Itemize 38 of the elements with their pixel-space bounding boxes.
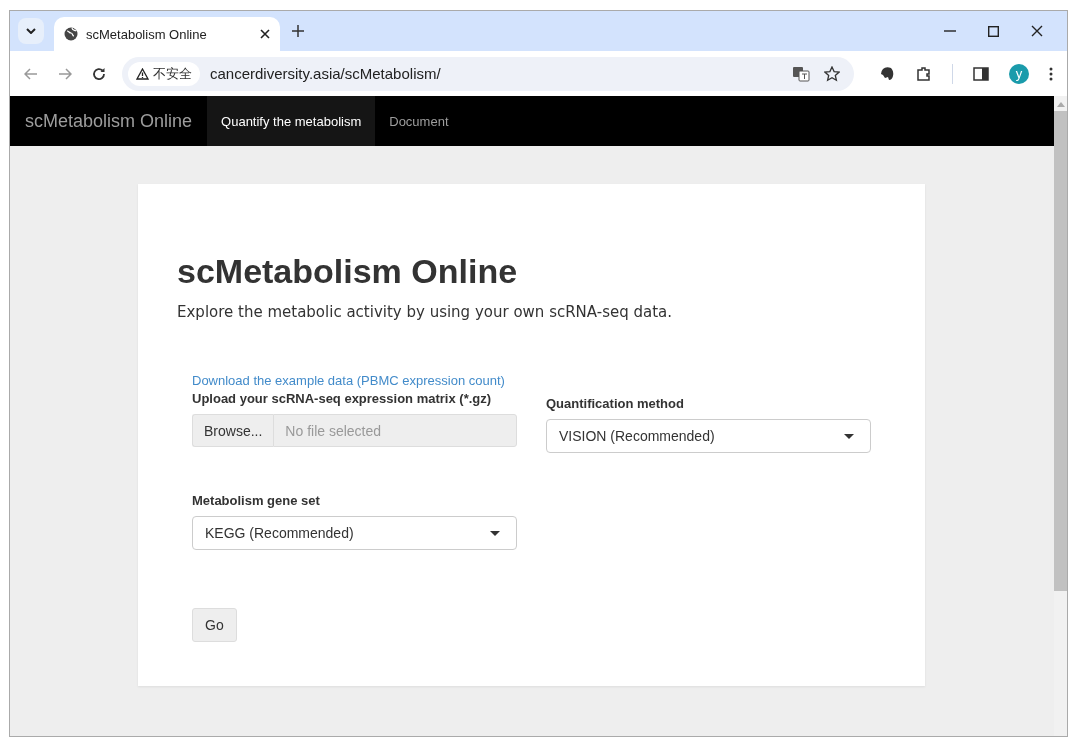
page-title: scMetabolism Online bbox=[177, 252, 519, 291]
gene-set-dropdown[interactable]: KEGG (Recommended) bbox=[192, 516, 517, 550]
page-subtitle: Explore the metabolic activity by using your own scRNA-seq data. bbox=[177, 303, 674, 321]
browse-button[interactable]: Browse... bbox=[192, 414, 274, 447]
translate-icon[interactable] bbox=[792, 65, 810, 82]
star-icon[interactable] bbox=[824, 65, 840, 82]
maximize-icon[interactable] bbox=[988, 25, 999, 37]
caret-icon bbox=[490, 530, 500, 536]
forward-arrow-icon[interactable] bbox=[58, 67, 72, 80]
scrollbar[interactable] bbox=[1054, 96, 1067, 736]
tab-title: scMetabolism Online bbox=[86, 26, 208, 42]
security-chip[interactable]: 不安全 bbox=[128, 61, 200, 86]
puzzle-icon[interactable] bbox=[916, 65, 932, 82]
menu-icon[interactable] bbox=[1049, 66, 1053, 81]
go-button[interactable]: Go bbox=[192, 608, 237, 642]
url-text: cancerdiversity.asia/scMetabolism/ bbox=[210, 65, 441, 82]
caret-icon bbox=[844, 433, 854, 439]
browser-tab[interactable]: scMetabolism Online bbox=[54, 17, 280, 51]
field-label: Quantification method bbox=[546, 396, 684, 411]
nav-tab[interactable]: Document bbox=[375, 96, 463, 146]
close-icon[interactable] bbox=[1031, 25, 1043, 37]
side-panel-icon[interactable] bbox=[973, 66, 989, 81]
reload-icon[interactable] bbox=[92, 66, 106, 81]
field-label: Metabolism gene set bbox=[192, 493, 320, 508]
globe-icon bbox=[64, 27, 78, 41]
field-label: Upload your scRNA-seq expression matrix (*.gz) bbox=[192, 391, 492, 406]
nav-tab[interactable]: Quantify the metabolism bbox=[207, 96, 376, 146]
close-icon[interactable] bbox=[260, 29, 270, 39]
chevron-down-icon bbox=[26, 28, 36, 34]
tab-list-button[interactable] bbox=[18, 18, 44, 44]
warning-icon bbox=[136, 67, 149, 80]
method-dropdown[interactable]: VISION (Recommended) bbox=[546, 419, 871, 453]
brand-link[interactable]: scMetabolism Online bbox=[10, 96, 208, 146]
file-name-field[interactable]: No file selected bbox=[273, 414, 517, 447]
back-arrow-icon[interactable] bbox=[24, 67, 38, 80]
address-bar[interactable]: 不安全 cancerdiversity.asia/scMetabolism/ bbox=[122, 56, 854, 91]
new-tab-icon[interactable] bbox=[292, 25, 304, 37]
download-link[interactable]: Download the example data (PBMC expression count) bbox=[192, 373, 505, 388]
